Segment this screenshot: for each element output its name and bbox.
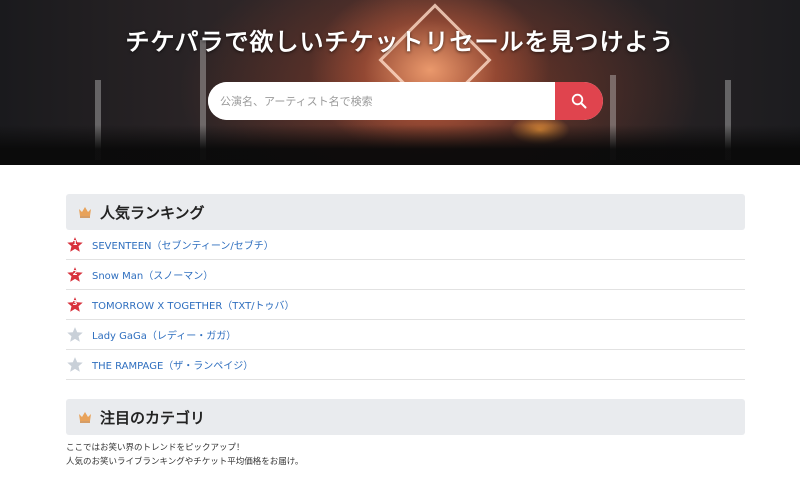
- category-description-line: 人気のお笑いライブランキングやチケット平均価格をお届け。: [66, 457, 304, 467]
- rank-number: 2: [72, 268, 78, 277]
- search-button[interactable]: [555, 82, 603, 120]
- ranking-item: Lady GaGa（レディー・ガガ）: [66, 320, 745, 350]
- search-input[interactable]: [208, 82, 555, 120]
- rank-star-icon: [66, 326, 84, 344]
- crown-icon: [78, 411, 92, 423]
- main-content: 人気ランキング 1 SEVENTEEN（セブンティーン/セブチ） 2 Snow …: [66, 194, 745, 469]
- ranking-item: 3 TOMORROW X TOGETHER（TXT/トゥバ）: [66, 290, 745, 320]
- ranking-item: 2 Snow Man（スノーマン）: [66, 260, 745, 290]
- ranking-section-header: 人気ランキング: [66, 194, 745, 230]
- search-form: [208, 82, 603, 120]
- hero-title: チケパラで欲しいチケットリセールを見つけよう: [125, 28, 675, 56]
- ranking-list: 1 SEVENTEEN（セブンティーン/セブチ） 2 Snow Man（スノーマ…: [66, 230, 745, 380]
- rank-star-icon: [66, 356, 84, 374]
- ranking-link-the-rampage[interactable]: THE RAMPAGE（ザ・ランペイジ）: [92, 357, 253, 372]
- hero-banner: チケパラで欲しいチケットリセールを見つけよう: [0, 0, 800, 165]
- ranking-section: 人気ランキング 1 SEVENTEEN（セブンティーン/セブチ） 2 Snow …: [66, 194, 745, 380]
- ranking-item: 1 SEVENTEEN（セブンティーン/セブチ）: [66, 230, 745, 260]
- search-icon: [571, 93, 587, 109]
- category-description-line: ここではお笑い界のトレンドをピックアップ！: [66, 443, 245, 453]
- ranking-link-snow-man[interactable]: Snow Man（スノーマン）: [92, 267, 213, 282]
- category-description: ここではお笑い界のトレンドをピックアップ！ 人気のお笑いライブランキングやチケッ…: [66, 441, 745, 469]
- crowd-silhouette: [0, 125, 800, 165]
- ranking-link-lady-gaga[interactable]: Lady GaGa（レディー・ガガ）: [92, 327, 236, 342]
- rank-star-icon: 1: [66, 236, 84, 254]
- rank-number: 3: [72, 298, 78, 307]
- rank-number: 1: [72, 238, 78, 247]
- category-section-header: 注目のカテゴリ: [66, 399, 745, 435]
- ranking-link-seventeen[interactable]: SEVENTEEN（セブンティーン/セブチ）: [92, 237, 274, 252]
- rank-star-icon: 3: [66, 296, 84, 314]
- crown-icon: [78, 206, 92, 218]
- ranking-item: THE RAMPAGE（ザ・ランペイジ）: [66, 350, 745, 380]
- category-section: 注目のカテゴリ ここではお笑い界のトレンドをピックアップ！ 人気のお笑いライブラ…: [66, 399, 745, 469]
- ranking-link-txt[interactable]: TOMORROW X TOGETHER（TXT/トゥバ）: [92, 297, 295, 312]
- category-heading: 注目のカテゴリ: [100, 408, 206, 427]
- ranking-heading: 人気ランキング: [100, 203, 205, 222]
- rank-star-icon: 2: [66, 266, 84, 284]
